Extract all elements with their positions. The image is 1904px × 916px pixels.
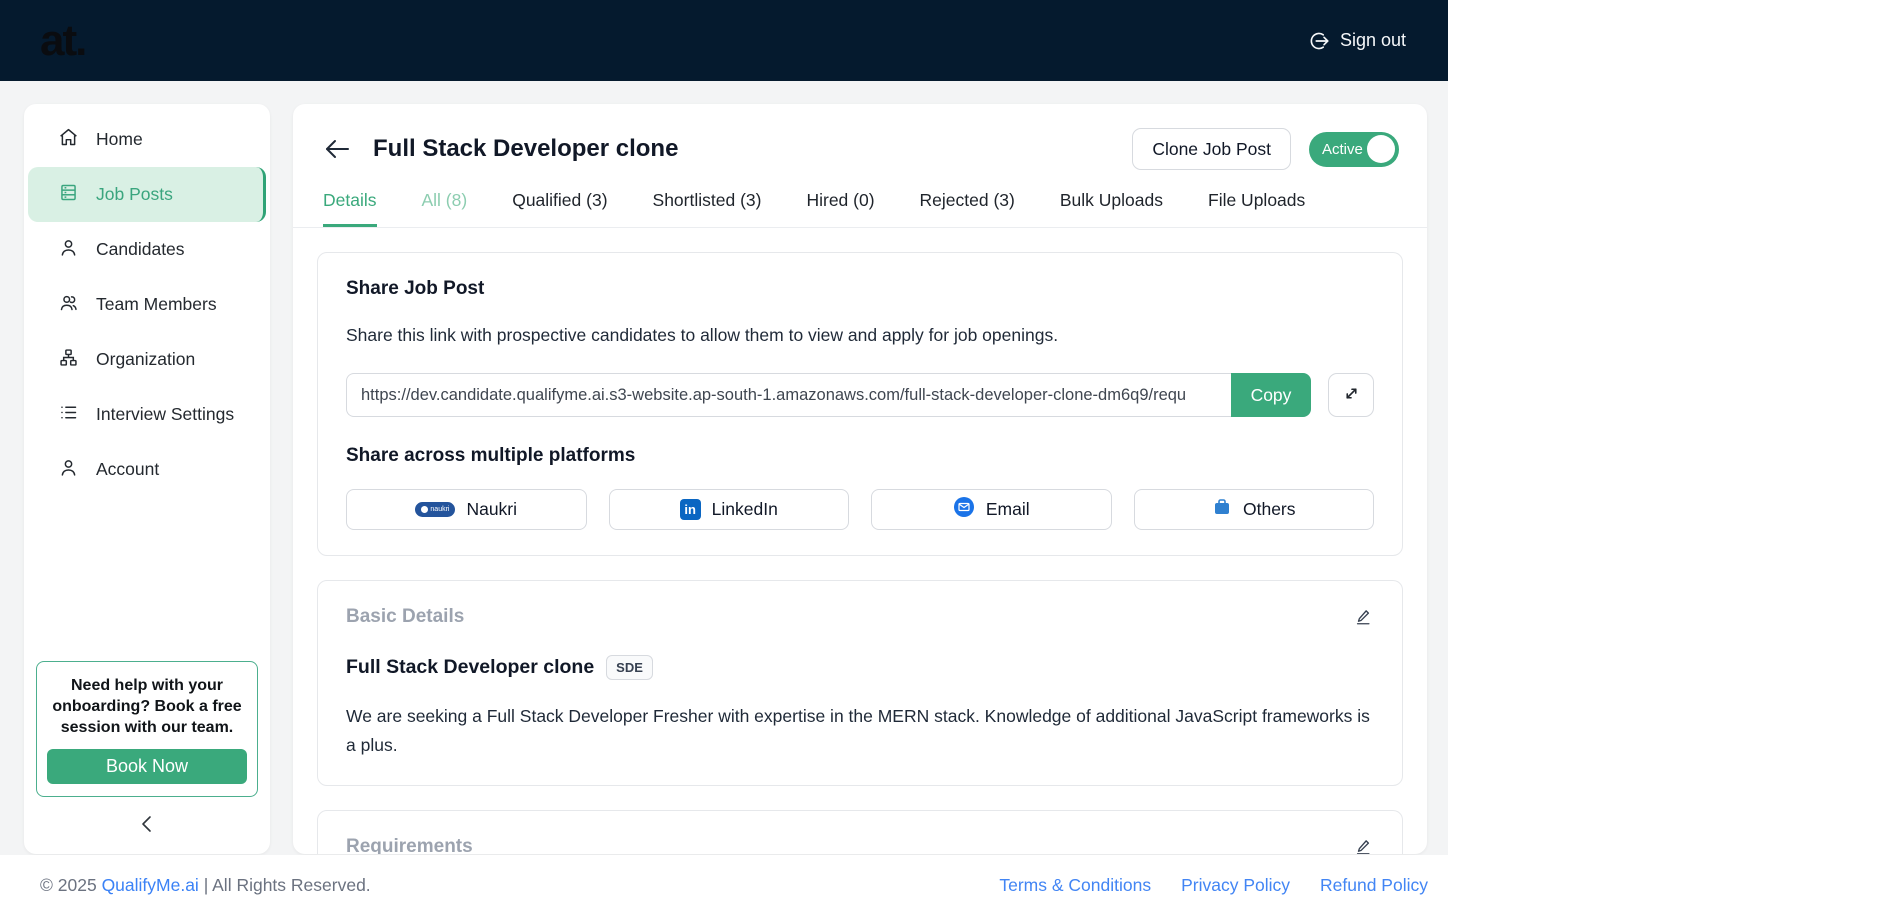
platform-label: Naukri [466, 499, 518, 519]
briefcase-icon [1212, 497, 1232, 522]
sidebar-item-job-posts[interactable]: Job Posts [28, 167, 266, 222]
job-posts-icon [58, 182, 79, 208]
copyright-suffix: | All Rights Reserved. [198, 875, 371, 895]
home-icon [58, 127, 79, 153]
qualifyme-link[interactable]: QualifyMe.ai [102, 875, 199, 895]
copyright-prefix: © 2025 [40, 875, 102, 895]
naukri-logo-icon: naukri [415, 502, 456, 517]
basic-details-heading: Basic Details [346, 606, 465, 627]
footer-links: Terms & Conditions Privacy Policy Refund… [999, 875, 1428, 896]
active-status-toggle[interactable]: Active [1309, 131, 1399, 167]
person-icon [58, 237, 79, 263]
sidebar-item-organization[interactable]: Organization [24, 332, 270, 387]
privacy-policy-link[interactable]: Privacy Policy [1181, 875, 1290, 896]
list-icon [58, 402, 79, 428]
expand-diagonal-icon [1343, 385, 1360, 405]
edit-basic-details-button[interactable] [1352, 606, 1374, 631]
copy-link-button[interactable]: Copy [1231, 373, 1311, 417]
sidebar-item-label: Job Posts [96, 184, 173, 204]
sidebar-item-home[interactable]: Home [24, 112, 270, 167]
footer: © 2025 QualifyMe.ai | All Rights Reserve… [0, 855, 1448, 916]
platform-buttons-row: naukri Naukri in LinkedIn Email Others [346, 489, 1374, 530]
body-row: Home Job Posts Candidates Team Members O… [0, 81, 1448, 855]
requirements-heading: Requirements [346, 835, 473, 854]
sidebar: Home Job Posts Candidates Team Members O… [24, 104, 270, 854]
sidebar-item-label: Candidates [96, 239, 185, 259]
logout-icon [1308, 30, 1330, 52]
brand-logo: at. [40, 15, 87, 65]
toggle-label: Active [1322, 140, 1363, 158]
expand-link-button[interactable] [1328, 373, 1374, 417]
sidebar-item-interview-settings[interactable]: Interview Settings [24, 387, 270, 442]
sign-out-button[interactable]: Sign out [1308, 30, 1406, 52]
top-bar: at. Sign out [0, 0, 1448, 81]
onboarding-help-card: Need help with your onboarding? Book a f… [36, 660, 258, 797]
clone-job-post-button[interactable]: Clone Job Post [1132, 128, 1291, 170]
platform-label: Email [985, 499, 1030, 519]
share-description: Share this link with prospective candida… [346, 325, 1059, 345]
main-content-card: Full Stack Developer clone Clone Job Pos… [293, 104, 1427, 854]
share-others-button[interactable]: Others [1133, 489, 1374, 530]
help-card-text: Need help with your onboarding? Book a f… [52, 676, 242, 736]
people-icon [58, 292, 79, 318]
share-naukri-button[interactable]: naukri Naukri [346, 489, 587, 530]
share-heading: Share Job Post [346, 278, 485, 299]
job-title: Full Stack Developer clone [346, 656, 595, 678]
sidebar-item-label: Team Members [96, 294, 217, 314]
share-link-input[interactable] [346, 373, 1231, 417]
toggle-knob [1367, 135, 1395, 163]
sign-out-label: Sign out [1339, 30, 1406, 50]
sidebar-item-label: Organization [96, 349, 196, 369]
job-title-row: Full Stack Developer clone SDE [346, 655, 1374, 680]
refund-policy-link[interactable]: Refund Policy [1320, 875, 1428, 896]
share-email-button[interactable]: Email [871, 489, 1112, 530]
tab-hired[interactable]: Hired (0) [806, 190, 874, 227]
sidebar-item-label: Interview Settings [96, 404, 235, 424]
sidebar-item-account[interactable]: Account [24, 442, 270, 497]
share-linkedin-button[interactable]: in LinkedIn [608, 489, 849, 530]
sidebar-item-team-members[interactable]: Team Members [24, 277, 270, 332]
terms-conditions-link[interactable]: Terms & Conditions [999, 875, 1151, 896]
email-icon [953, 496, 975, 523]
linkedin-icon: in [679, 499, 701, 520]
role-badge: SDE [606, 655, 653, 680]
share-link-row: Copy [346, 373, 1374, 417]
platforms-heading: Share across multiple platforms [346, 445, 636, 466]
pencil-icon [1354, 838, 1372, 854]
page-title: Full Stack Developer clone [373, 135, 679, 162]
job-tabs: Details All (8) Qualified (3) Shortliste… [293, 180, 1427, 228]
platform-label: LinkedIn [711, 499, 778, 519]
edit-requirements-button[interactable] [1352, 836, 1374, 854]
sidebar-item-label: Home [96, 129, 143, 149]
sidebar-item-label: Account [96, 459, 160, 479]
book-now-button[interactable]: Book Now [47, 749, 247, 784]
tab-details[interactable]: Details [323, 190, 377, 227]
job-description: We are seeking a Full Stack Developer Fr… [346, 706, 1370, 755]
job-header-row: Full Stack Developer clone Clone Job Pos… [293, 104, 1427, 180]
basic-details-panel: Basic Details Full Stack Developer clone… [317, 580, 1403, 786]
tab-rejected[interactable]: Rejected (3) [920, 190, 1015, 227]
tab-all[interactable]: All (8) [422, 190, 468, 227]
back-arrow-button[interactable] [323, 137, 351, 161]
sidebar-collapse-icon[interactable] [138, 813, 156, 840]
copyright-text: © 2025 QualifyMe.ai | All Rights Reserve… [40, 875, 371, 896]
tab-shortlisted[interactable]: Shortlisted (3) [653, 190, 762, 227]
tab-file-uploads[interactable]: File Uploads [1208, 190, 1305, 227]
tab-qualified[interactable]: Qualified (3) [512, 190, 607, 227]
share-job-post-panel: Share Job Post Share this link with pros… [317, 252, 1403, 556]
org-chart-icon [58, 347, 79, 373]
requirements-panel: Requirements Education (Must Match) [317, 809, 1403, 854]
pencil-icon [1354, 608, 1372, 629]
app-window: at. Sign out Home Job Posts Candidates T… [0, 0, 1448, 916]
tab-bulk-uploads[interactable]: Bulk Uploads [1060, 190, 1163, 227]
platform-label: Others [1242, 499, 1296, 519]
person-icon [58, 457, 79, 483]
sidebar-item-candidates[interactable]: Candidates [24, 222, 270, 277]
